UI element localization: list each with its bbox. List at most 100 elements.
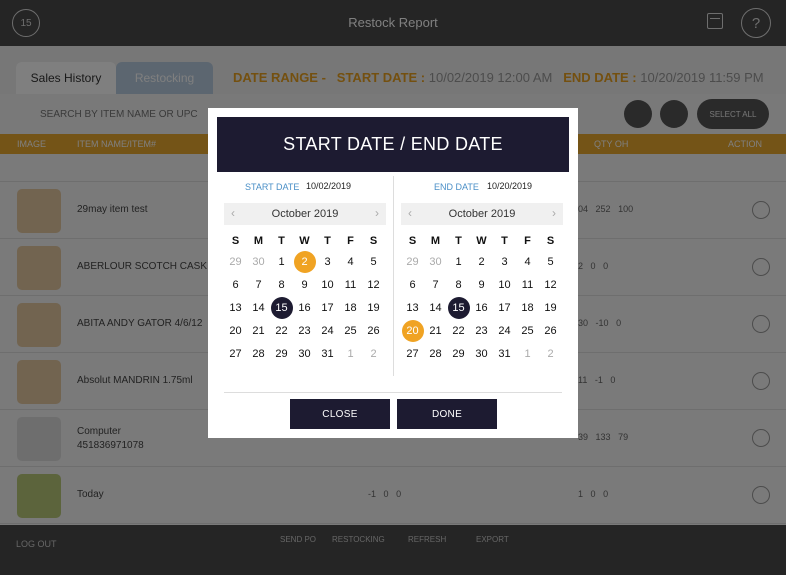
calendar-day[interactable]: 23 [470,319,493,342]
calendar-day[interactable]: 24 [316,319,339,342]
calendar-day[interactable]: 11 [339,273,362,296]
calendar-day-number: 5 [547,255,554,268]
calendar-day-number: 23 [298,324,311,337]
calendar-day-selected[interactable]: 2 [293,250,316,273]
calendar-day[interactable]: 8 [270,273,293,296]
calendar-day[interactable]: 5 [539,250,562,273]
calendar-day[interactable]: 10 [493,273,516,296]
calendar-day[interactable]: 7 [247,273,270,296]
calendar-day[interactable]: 29 [447,342,470,365]
calendar-day[interactable]: 29 [401,250,424,273]
calendar-day[interactable]: 6 [224,273,247,296]
calendar-day[interactable]: 22 [270,319,293,342]
calendar-day-number: 6 [232,278,239,291]
calendar-day[interactable]: 17 [316,296,339,319]
calendar-day[interactable]: 27 [224,342,247,365]
calendar-day-number: 17 [498,301,511,314]
calendar-day[interactable]: 2 [470,250,493,273]
calendar-day[interactable]: 12 [539,273,562,296]
start-day-grid: 29 30 1 2 3 4 5 6 7 8 9 10 11 12 13 14 15 16 17 18 19 20 21 22 2… [224,250,386,365]
calendar-day[interactable]: 1 [447,250,470,273]
calendar-day[interactable]: 16 [470,296,493,319]
chevron-right-icon[interactable]: › [552,206,556,220]
calendar-day[interactable]: 4 [516,250,539,273]
calendar-day[interactable]: 2 [362,342,385,365]
calendar-day[interactable]: 19 [362,296,385,319]
calendar-day[interactable]: 1 [270,250,293,273]
weekday-label: T [278,235,285,247]
calendar-day[interactable]: 16 [293,296,316,319]
calendar-day-number: 6 [409,278,416,291]
calendar-day[interactable]: 11 [516,273,539,296]
calendar-day-number: 28 [252,347,265,360]
calendar-day[interactable]: 27 [401,342,424,365]
calendar-day[interactable]: 13 [224,296,247,319]
calendar-day[interactable]: 7 [424,273,447,296]
calendar-day[interactable]: 10 [316,273,339,296]
calendar-day[interactable]: 30 [424,250,447,273]
close-button[interactable]: CLOSE [290,399,390,429]
calendar-day-number: 29 [229,255,242,268]
calendar-day[interactable]: 3 [493,250,516,273]
calendar-day[interactable]: 30 [247,250,270,273]
done-button[interactable]: DONE [397,399,497,429]
calendar-day[interactable]: 18 [339,296,362,319]
calendar-day[interactable]: 22 [447,319,470,342]
calendar-day[interactable]: 30 [470,342,493,365]
calendar-day[interactable]: 24 [493,319,516,342]
calendar-day-today[interactable]: 15 [270,296,293,319]
calendar-day[interactable]: 26 [539,319,562,342]
calendar-day[interactable]: 9 [293,273,316,296]
calendar-day-number: 3 [324,255,331,268]
calendar-day[interactable]: 14 [424,296,447,319]
calendar-day[interactable]: 18 [516,296,539,319]
calendar-day-number: 24 [321,324,334,337]
calendar-day-number: 30 [429,255,442,268]
calendar-day[interactable]: 19 [539,296,562,319]
calendar-day-number: 29 [406,255,419,268]
calendar-day[interactable]: 28 [424,342,447,365]
calendar-day[interactable]: 9 [470,273,493,296]
calendar-day[interactable]: 21 [247,319,270,342]
end-day-grid: 29 30 1 2 3 4 5 6 7 8 9 10 11 12 13 14 15 16 17 18 19 20 21 22 2… [401,250,563,365]
calendar-day-number: 15 [270,296,293,319]
calendar-day[interactable]: 20 [224,319,247,342]
calendar-day-today[interactable]: 15 [447,296,470,319]
weekday-label: S [369,235,378,247]
calendar-day[interactable]: 14 [247,296,270,319]
calendar-day[interactable]: 25 [516,319,539,342]
chevron-right-icon[interactable]: › [375,206,379,220]
chevron-left-icon[interactable]: ‹ [231,206,235,220]
calendar-day[interactable]: 21 [424,319,447,342]
calendar-day[interactable]: 30 [293,342,316,365]
restock-report-screen: 15 Restock Report ? Sales History Restoc… [0,0,786,575]
calendar-day-number: 22 [452,324,465,337]
calendar-day-number: 1 [524,347,531,360]
calendar-day[interactable]: 12 [362,273,385,296]
calendar-day[interactable]: 8 [447,273,470,296]
calendar-day[interactable]: 25 [339,319,362,342]
calendar-day-number: 23 [475,324,488,337]
calendar-day-number: 18 [521,301,534,314]
start-date-field-label: START DATE [245,182,300,192]
calendar-day[interactable]: 6 [401,273,424,296]
weekday-label: T [501,235,508,247]
chevron-left-icon[interactable]: ‹ [408,206,412,220]
calendar-day[interactable]: 2 [539,342,562,365]
calendar-day[interactable]: 26 [362,319,385,342]
calendar-day-selected[interactable]: 20 [401,319,424,342]
calendar-day-number: 9 [478,278,485,291]
calendar-day[interactable]: 29 [224,250,247,273]
calendar-day[interactable]: 1 [339,342,362,365]
calendar-day[interactable]: 5 [362,250,385,273]
calendar-day[interactable]: 23 [293,319,316,342]
calendar-day[interactable]: 29 [270,342,293,365]
calendar-day[interactable]: 17 [493,296,516,319]
calendar-day[interactable]: 3 [316,250,339,273]
calendar-day[interactable]: 4 [339,250,362,273]
calendar-day[interactable]: 13 [401,296,424,319]
calendar-day[interactable]: 31 [493,342,516,365]
calendar-day[interactable]: 31 [316,342,339,365]
calendar-day[interactable]: 1 [516,342,539,365]
calendar-day[interactable]: 28 [247,342,270,365]
